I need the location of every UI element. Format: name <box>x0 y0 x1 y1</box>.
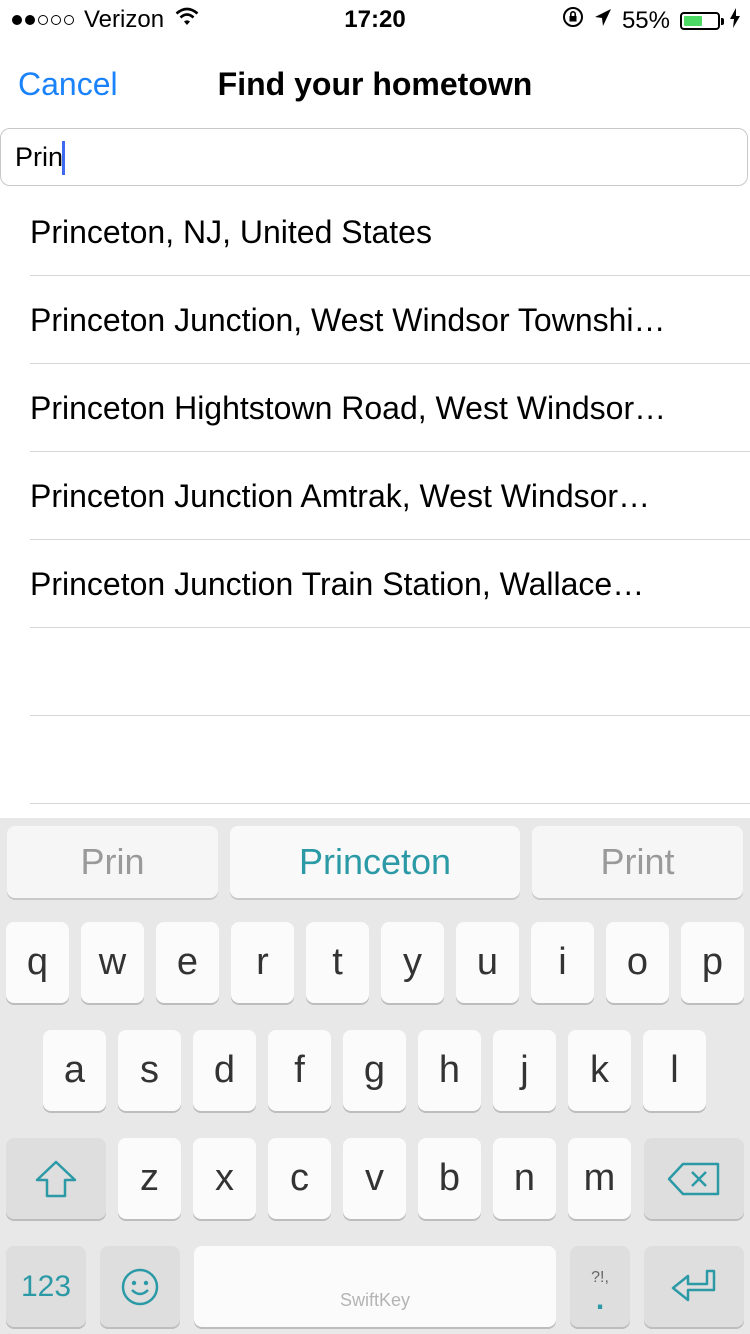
shift-key[interactable] <box>6 1138 106 1219</box>
page-title: Find your hometown <box>217 66 533 102</box>
key-y[interactable]: y <box>381 922 444 1003</box>
battery-percent: 55% <box>621 6 670 34</box>
result-label: Princeton, NJ, United States <box>30 214 432 250</box>
prediction-center[interactable]: Princeton <box>230 826 520 898</box>
key-r[interactable]: r <box>231 922 294 1003</box>
key-h[interactable]: h <box>418 1030 481 1111</box>
key-j[interactable]: j <box>493 1030 556 1111</box>
battery-level <box>684 15 702 26</box>
key-d[interactable]: d <box>193 1030 256 1111</box>
result-item[interactable]: Princeton Hightstown Road, West Windsor… <box>30 364 750 452</box>
key-x[interactable]: x <box>193 1138 256 1219</box>
key-n[interactable]: n <box>493 1138 556 1219</box>
result-label: Princeton Junction Amtrak, West Windsor… <box>30 478 651 514</box>
key-t[interactable]: t <box>306 922 369 1003</box>
key-f[interactable]: f <box>268 1030 331 1111</box>
rotation-lock-icon <box>562 6 584 35</box>
shift-arrow-icon <box>35 1160 77 1197</box>
location-arrow-icon <box>594 7 612 35</box>
key-q[interactable]: q <box>6 922 69 1003</box>
prediction-left[interactable]: Prin <box>7 826 218 898</box>
key-m[interactable]: m <box>568 1138 631 1219</box>
punctuation-key[interactable]: ?!, . <box>570 1246 630 1327</box>
return-arrow-icon <box>671 1269 716 1301</box>
emoji-key[interactable] <box>100 1246 180 1327</box>
result-item[interactable]: Princeton, NJ, United States <box>30 188 750 276</box>
key-a[interactable]: a <box>43 1030 106 1111</box>
result-item[interactable]: Princeton Junction, West Windsor Townshi… <box>30 276 750 364</box>
smiley-icon <box>121 1268 159 1305</box>
empty-row <box>30 716 750 804</box>
backspace-key[interactable] <box>644 1138 744 1219</box>
battery-icon <box>680 11 724 30</box>
result-item[interactable]: Princeton Junction Train Station, Wallac… <box>30 540 750 628</box>
empty-row <box>30 628 750 716</box>
swiftkey-logo: SwiftKey <box>339 1290 411 1310</box>
key-z[interactable]: z <box>118 1138 181 1219</box>
space-bar[interactable]: SwiftKey <box>194 1246 556 1327</box>
status-bar-right: 55% <box>562 6 740 35</box>
prediction-right[interactable]: Print <box>532 826 743 898</box>
text-cursor <box>62 141 65 175</box>
results-list: Princeton, NJ, United States Princeton J… <box>0 188 750 804</box>
key-s[interactable]: s <box>118 1030 181 1111</box>
result-label: Princeton Junction Train Station, Wallac… <box>30 566 645 602</box>
key-i[interactable]: i <box>531 922 594 1003</box>
key-p[interactable]: p <box>681 922 744 1003</box>
key-e[interactable]: e <box>156 922 219 1003</box>
key-o[interactable]: o <box>606 922 669 1003</box>
keyboard: Prin Princeton Print q w e r t y u i o p… <box>0 818 750 1334</box>
key-l[interactable]: l <box>643 1030 706 1111</box>
status-bar: Verizon 17:20 55% <box>0 0 750 40</box>
result-label: Princeton Hightstown Road, West Windsor… <box>30 390 667 426</box>
result-item[interactable]: Princeton Junction Amtrak, West Windsor… <box>30 452 750 540</box>
key-c[interactable]: c <box>268 1138 331 1219</box>
search-input[interactable] <box>0 128 748 186</box>
period-label: . <box>595 1282 605 1316</box>
key-g[interactable]: g <box>343 1030 406 1111</box>
return-key[interactable] <box>644 1246 744 1327</box>
result-label: Princeton Junction, West Windsor Townshi… <box>30 302 666 338</box>
key-b[interactable]: b <box>418 1138 481 1219</box>
key-w[interactable]: w <box>81 922 144 1003</box>
navigation-bar: Cancel Find your hometown <box>0 40 750 128</box>
key-u[interactable]: u <box>456 922 519 1003</box>
key-k[interactable]: k <box>568 1030 631 1111</box>
backspace-icon <box>667 1162 720 1195</box>
key-v[interactable]: v <box>343 1138 406 1219</box>
charging-bolt-icon <box>730 7 740 35</box>
numbers-key[interactable]: 123 <box>6 1246 86 1327</box>
